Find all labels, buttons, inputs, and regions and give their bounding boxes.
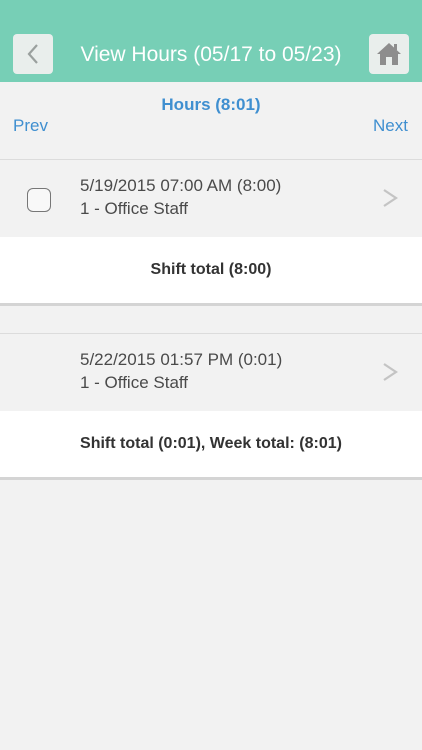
page-title: View Hours (05/17 to 05/23)	[80, 43, 342, 66]
shift-department: 1 - Office Staff	[80, 199, 189, 218]
home-icon	[377, 43, 401, 65]
shift-datetime: 5/22/2015 01:57 PM (0:01)	[80, 350, 283, 369]
shift-week-total: Shift total (0:01), Week total: (8:01)	[0, 411, 422, 477]
shift-department: 1 - Office Staff	[80, 373, 189, 392]
next-link[interactable]: Next	[373, 116, 408, 136]
week-navigation: Hours (8:01) Prev Next	[0, 82, 422, 159]
prev-link[interactable]: Prev	[13, 116, 48, 136]
header-bar: View Hours (05/17 to 05/23)	[0, 0, 422, 82]
divider	[0, 477, 422, 480]
divider	[0, 303, 422, 306]
shift-entry-2[interactable]: 5/22/2015 01:57 PM (0:01) 1 - Office Sta…	[0, 334, 422, 411]
shift-datetime: 5/19/2015 07:00 AM (8:00)	[80, 176, 282, 195]
home-button[interactable]	[369, 34, 409, 74]
chevron-right-icon	[383, 189, 398, 207]
app-screen: View Hours (05/17 to 05/23) Hours (8:01)…	[0, 0, 422, 750]
shift-entry-1[interactable]: 5/19/2015 07:00 AM (8:00) 1 - Office Sta…	[0, 160, 422, 237]
shift-total: Shift total (8:00)	[0, 237, 422, 303]
hours-total-title: Hours (8:01)	[161, 95, 261, 114]
back-button[interactable]	[13, 34, 53, 74]
chevron-right-icon	[383, 363, 398, 381]
shift-checkbox[interactable]	[27, 188, 51, 212]
chevron-left-icon	[27, 44, 38, 64]
